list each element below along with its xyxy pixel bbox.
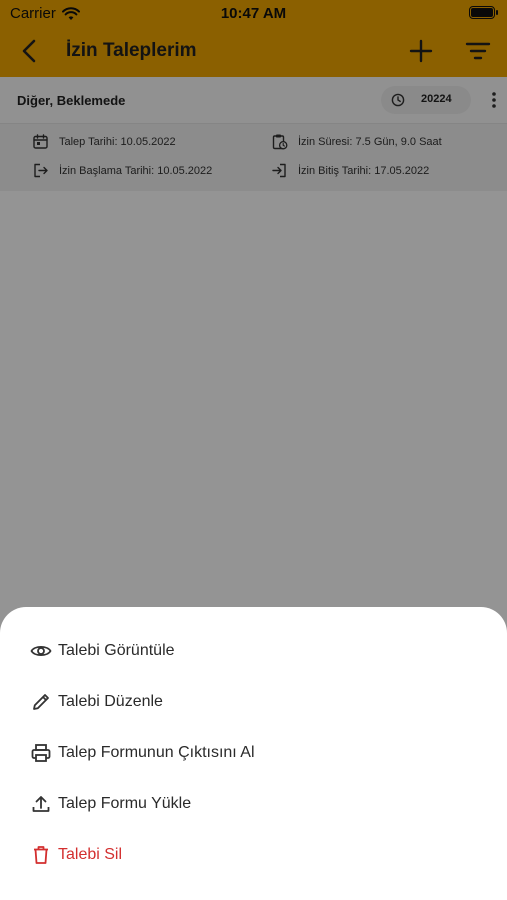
delete-request-label: Talebi Sil (58, 846, 123, 863)
upload-icon (32, 796, 50, 812)
eye-icon (30, 645, 52, 657)
printer-icon (31, 744, 51, 762)
edit-request-label: Talebi Düzenle (58, 693, 163, 710)
upload-form-label: Talep Formu Yükle (58, 795, 192, 812)
upload-form-button[interactable]: Talep Formu Yükle (0, 781, 507, 827)
edit-request-button[interactable]: Talebi Düzenle (0, 679, 507, 725)
pencil-icon (33, 694, 49, 710)
print-request-label: Talep Formunun Çıktısını Al (58, 744, 255, 761)
print-request-button[interactable]: Talep Formunun Çıktısını Al (0, 730, 507, 776)
trash-icon (34, 846, 48, 864)
delete-request-button[interactable]: Talebi Sil (0, 832, 507, 878)
view-request-label: Talebi Görüntüle (58, 642, 175, 659)
view-request-button[interactable]: Talebi Görüntüle (0, 628, 507, 674)
action-bottom-sheet: Talebi Görüntüle Talebi Düzenle Talep Fo… (0, 607, 507, 900)
